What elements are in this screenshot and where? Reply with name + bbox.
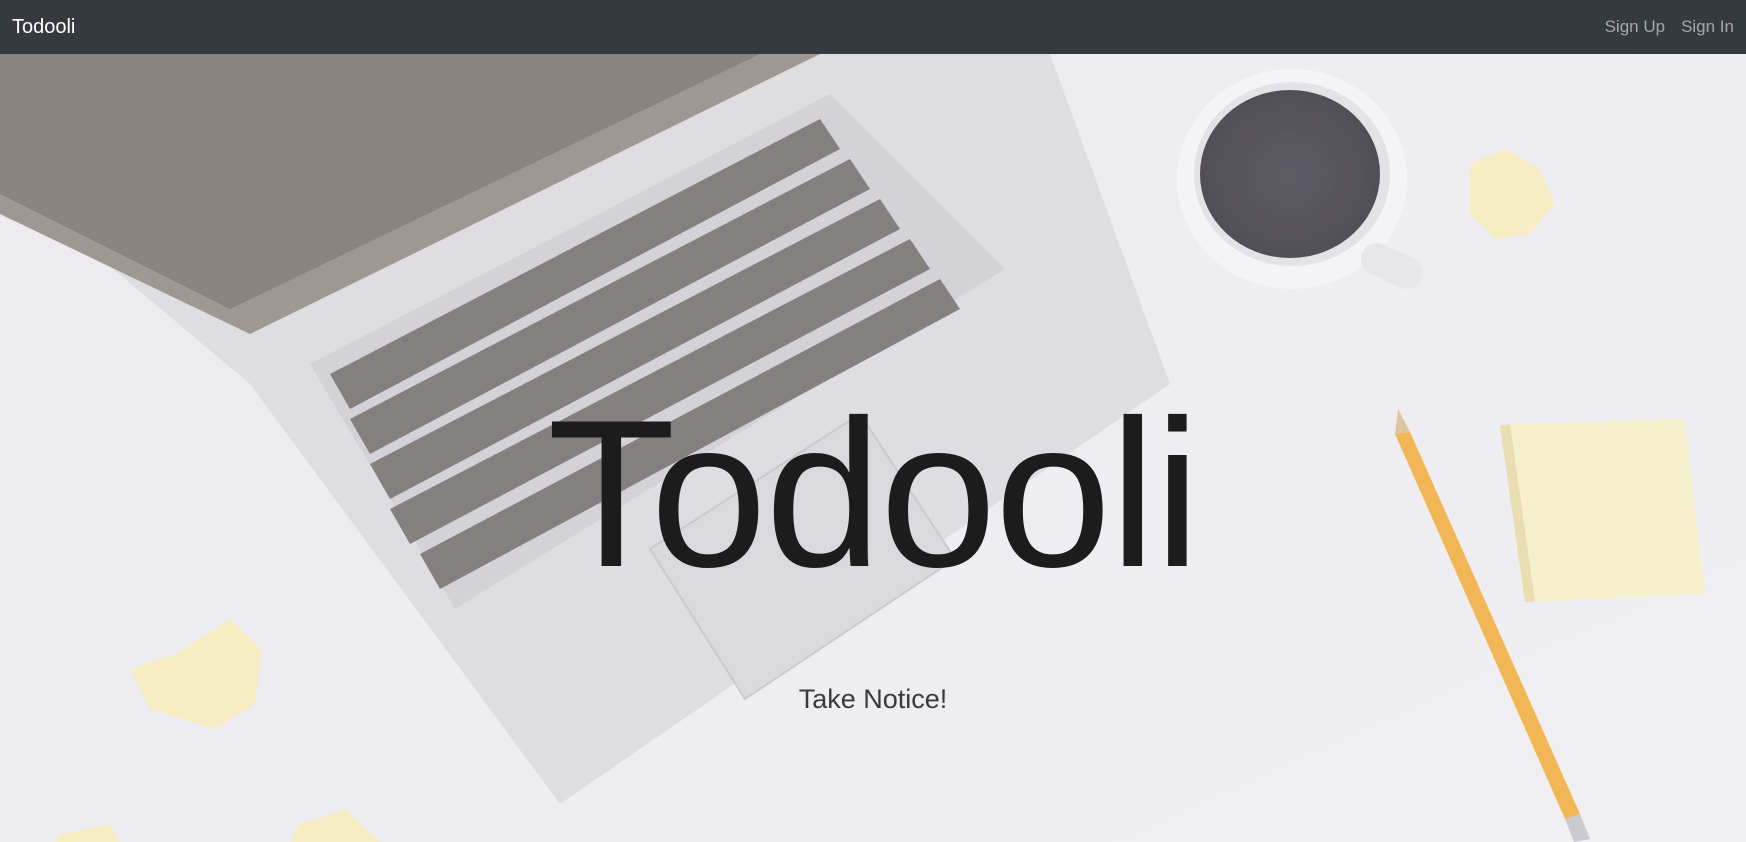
hero-title: Todooli: [547, 376, 1200, 611]
hero-subtitle: Take Notice!: [798, 684, 948, 714]
sign-in-link[interactable]: Sign In: [1681, 17, 1734, 37]
brand-link[interactable]: Todooli: [12, 16, 75, 39]
hero-section: Todooli Take Notice!: [0, 54, 1746, 842]
top-navbar: Todooli Sign Up Sign In: [0, 0, 1746, 54]
nav-links: Sign Up Sign In: [1605, 17, 1734, 37]
sign-up-link[interactable]: Sign Up: [1605, 17, 1665, 37]
